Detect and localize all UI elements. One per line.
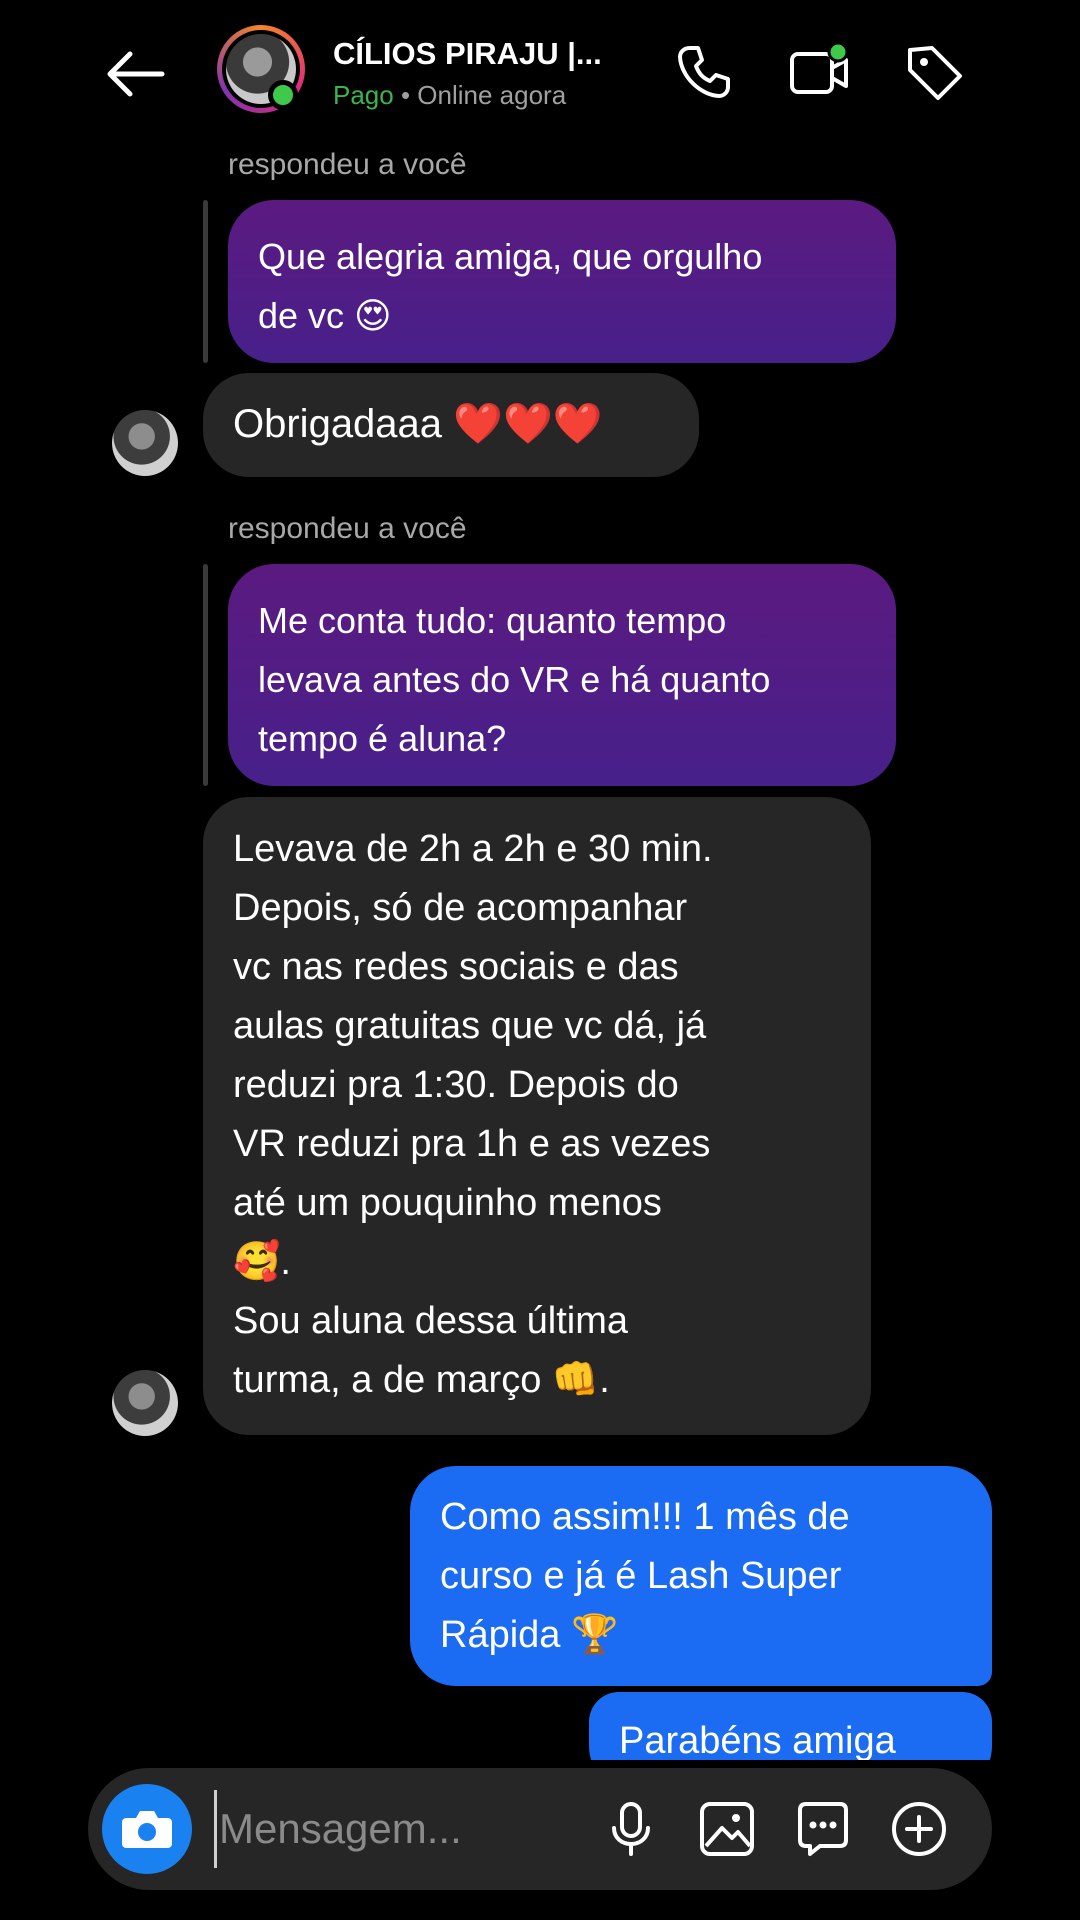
message-composer [88, 1768, 992, 1890]
outgoing-message-bubble[interactable]: Como assim!!! 1 mês de curso e já é Lash… [410, 1466, 992, 1686]
gallery-icon[interactable] [694, 1796, 760, 1862]
incoming-message-bubble[interactable]: Levava de 2h a 2h e 30 min. Depois, só d… [203, 797, 871, 1435]
message-input[interactable] [214, 1790, 584, 1868]
quoted-message-bubble[interactable]: Me conta tudo: quanto tempo levava antes… [228, 564, 896, 786]
status-separator: • [393, 80, 418, 110]
plus-icon[interactable] [886, 1796, 952, 1862]
online-status-dot [268, 80, 298, 110]
message-thread[interactable]: respondeu a você Que alegria amiga, que … [0, 0, 1080, 1760]
paid-label: Pago [333, 80, 394, 110]
sender-avatar[interactable] [112, 410, 178, 476]
quoted-message-bubble[interactable]: Que alegria amiga, que orgulho de vc 😍 [228, 200, 896, 363]
contact-status: Pago • Online agora [333, 80, 566, 111]
camera-button[interactable] [102, 1784, 192, 1874]
online-label: Online agora [417, 80, 567, 110]
reply-bar [203, 200, 208, 363]
reply-label: respondeu a você [228, 512, 467, 545]
sticker-icon[interactable] [790, 1796, 856, 1862]
video-call-icon[interactable] [786, 40, 850, 104]
chat-header: CÍLIOS PIRAJU |... Pago • Online agora [0, 0, 1080, 150]
back-arrow-icon[interactable] [100, 46, 170, 102]
sender-avatar[interactable] [112, 1370, 178, 1436]
tag-icon[interactable] [902, 40, 966, 104]
reply-label: respondeu a você [228, 148, 467, 181]
camera-icon [122, 1811, 172, 1848]
incoming-message-bubble[interactable]: Obrigadaaa ❤️❤️❤️ [203, 373, 699, 477]
microphone-icon[interactable] [598, 1796, 664, 1862]
contact-name[interactable]: CÍLIOS PIRAJU |... [333, 36, 602, 72]
phone-icon[interactable] [672, 40, 736, 104]
reply-bar [203, 564, 208, 786]
outgoing-message-bubble[interactable]: Parabéns amiga [589, 1692, 992, 1760]
